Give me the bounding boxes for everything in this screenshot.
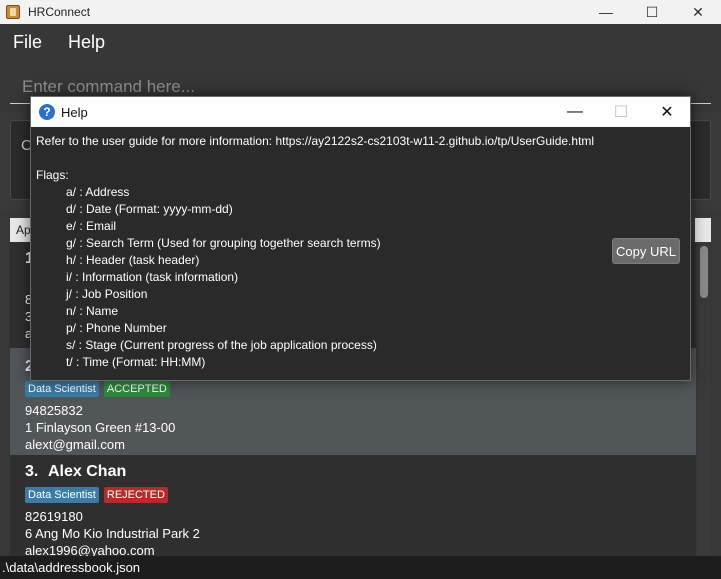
menu-file[interactable]: File [0, 32, 55, 53]
dialog-body: Refer to the user guide for more informa… [31, 127, 690, 380]
card-phone: 94825832 [25, 403, 83, 418]
tag-job: Data Scientist [25, 487, 99, 503]
card-email: alex1996@yahoo.com [25, 543, 155, 556]
tab-overflow[interactable] [695, 218, 711, 242]
file-path: .\data\addressbook.json [2, 560, 141, 575]
scrollbar-thumb[interactable] [700, 246, 708, 298]
dialog-maximize-button: ☐ [613, 104, 629, 121]
dialog-title: Help [61, 104, 88, 120]
help-dialog: ? Help — ☐ ✕ Refer to the user guide for… [30, 96, 691, 381]
minimize-button[interactable]: — [583, 0, 629, 24]
list-item[interactable]: 3. Alex Chan Data Scientist REJECTED 826… [10, 455, 696, 556]
card-index: 3. [25, 463, 39, 480]
card-address: 6 Ang Mo Kio Industrial Park 2 [25, 526, 200, 541]
card-name: Alex Chan [48, 463, 127, 480]
tag-stage: REJECTED [103, 487, 168, 503]
app-icon [6, 5, 20, 19]
title-bar: HRConnect — ☐ ✕ [0, 0, 721, 24]
tag-stage: ACCEPTED [103, 381, 170, 397]
maximize-button[interactable]: ☐ [629, 0, 675, 24]
card-address: 1 Finlayson Green #13-00 [25, 420, 176, 435]
dialog-minimize-button[interactable]: — [552, 97, 598, 127]
help-icon: ? [39, 104, 55, 120]
window-title: HRConnect [28, 5, 91, 19]
dialog-close-button[interactable]: ✕ [644, 97, 690, 127]
list-scrollbar[interactable] [698, 242, 710, 556]
close-button[interactable]: ✕ [675, 0, 721, 24]
card-phone: 82619180 [25, 509, 83, 524]
help-text: Refer to the user guide for more informa… [36, 134, 595, 369]
menu-help[interactable]: Help [55, 32, 118, 53]
card-tags: Data Scientist REJECTED [25, 487, 168, 503]
status-bar: .\data\addressbook.json [0, 556, 721, 579]
tag-job: Data Scientist [25, 381, 99, 397]
menu-bar: File Help [0, 24, 721, 60]
card-tags: Data Scientist ACCEPTED [25, 381, 170, 397]
dialog-title-bar: ? Help — ☐ ✕ [31, 97, 690, 127]
copy-url-button[interactable]: Copy URL [612, 238, 680, 264]
card-email: alext@gmail.com [25, 437, 125, 452]
